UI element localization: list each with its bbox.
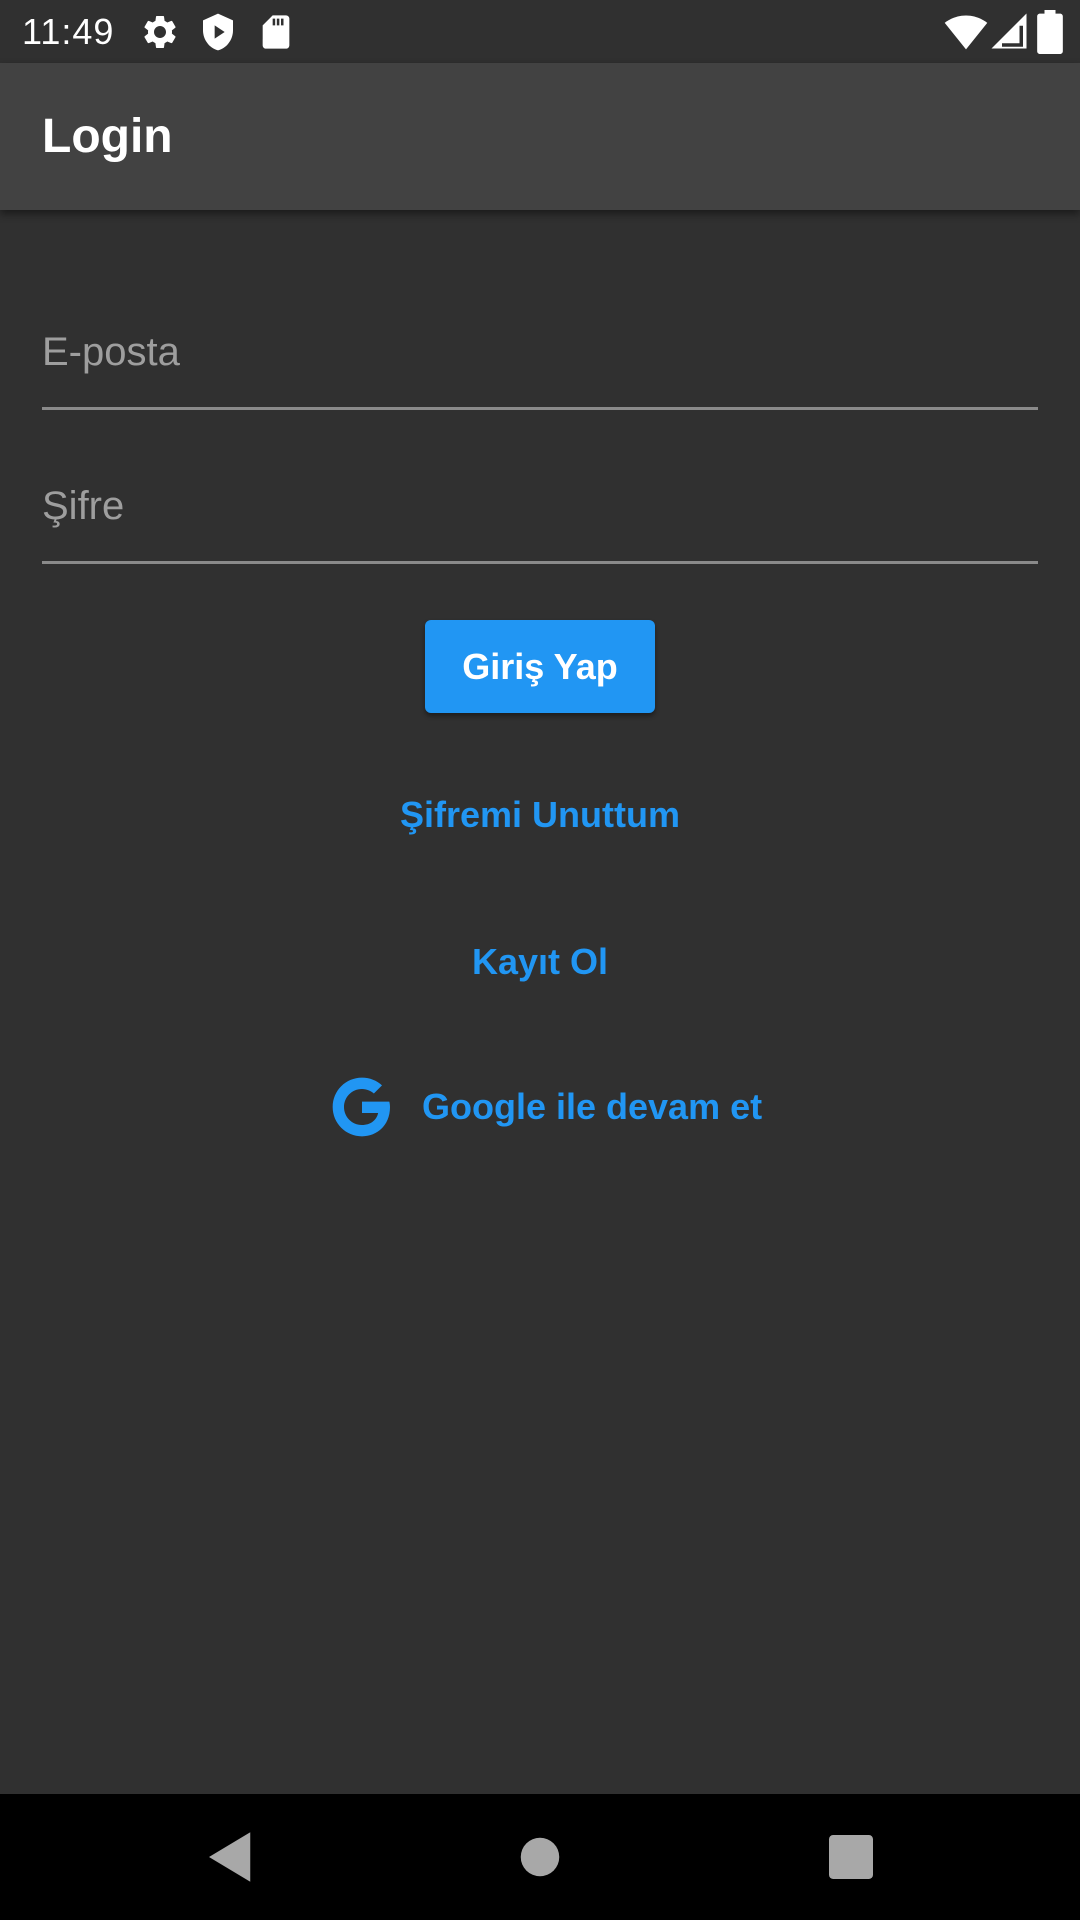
- email-field-container: [42, 300, 1038, 410]
- system-nav-bar: [0, 1794, 1080, 1920]
- cellular-signal-icon: [991, 13, 1027, 49]
- home-icon[interactable]: [507, 1824, 573, 1890]
- forgot-password-row: Şifremi Unuttum: [0, 790, 1080, 840]
- login-screen: 11:49 Login E-posta Giriş Yap Şifremi Un…: [0, 0, 1080, 1920]
- email-field[interactable]: [42, 300, 1038, 404]
- register-row: Kayıt Ol: [0, 937, 1080, 987]
- back-icon[interactable]: [198, 1824, 264, 1890]
- password-field-container: [42, 454, 1038, 564]
- google-signin-button[interactable]: Google ile devam et: [330, 1072, 762, 1142]
- register-button[interactable]: Kayıt Ol: [472, 941, 608, 982]
- status-bar: 11:49: [0, 0, 1080, 63]
- shield-icon: [203, 13, 233, 51]
- sd-card-icon: [262, 15, 290, 49]
- google-signin-label: Google ile devam et: [422, 1086, 763, 1127]
- wifi-icon: [944, 15, 988, 50]
- page-title: Login: [42, 110, 173, 163]
- app-bar: Login: [0, 63, 1080, 210]
- password-field-underline: [42, 561, 1038, 564]
- email-field-underline: [42, 407, 1038, 410]
- recents-icon[interactable]: [818, 1824, 884, 1890]
- google-icon: [332, 1077, 391, 1137]
- status-time: 11:49: [22, 11, 115, 52]
- settings-icon: [144, 15, 176, 48]
- password-field[interactable]: [42, 454, 1038, 558]
- login-button[interactable]: Giriş Yap: [425, 620, 655, 713]
- battery-icon: [1037, 10, 1063, 54]
- forgot-password-button[interactable]: Şifremi Unuttum: [400, 794, 680, 835]
